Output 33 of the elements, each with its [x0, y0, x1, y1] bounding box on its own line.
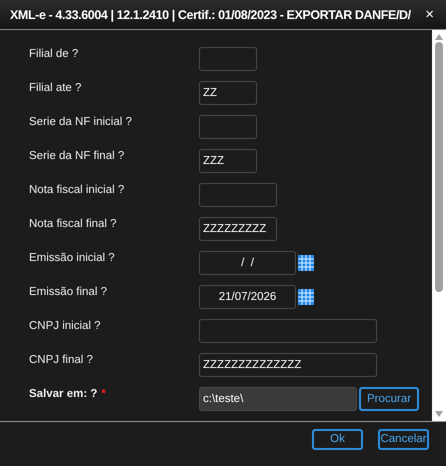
close-button[interactable]: ×	[423, 6, 436, 23]
field-label: CNPJ final ?	[29, 353, 94, 366]
field-label: Filial ate ?	[29, 81, 82, 94]
field-label: Filial de ?	[29, 47, 80, 60]
field-label: Emissão final ?	[29, 285, 108, 298]
input-field[interactable]	[199, 47, 257, 71]
scroll-up-icon[interactable]	[435, 34, 443, 40]
date-field[interactable]: 21/07/2026	[199, 285, 296, 309]
browse-button[interactable]: Procurar	[359, 387, 420, 411]
input-field[interactable]: ZZ	[199, 81, 257, 105]
input-field[interactable]	[199, 319, 377, 343]
calendar-icon[interactable]	[298, 255, 314, 271]
field-label: Nota fiscal final ?	[29, 217, 118, 230]
dialog-button[interactable]: Cancelar	[378, 428, 429, 450]
field-label: Emissão inicial ?	[29, 251, 116, 264]
path-field[interactable]: c:\teste\	[199, 387, 357, 411]
required-asterisk: *	[101, 388, 106, 400]
input-field[interactable]	[199, 183, 277, 207]
scroll-down-icon[interactable]	[435, 411, 443, 417]
input-field[interactable]	[199, 115, 257, 139]
field-label: Salvar em: ? *	[29, 387, 107, 400]
field-label: Serie da NF final ?	[29, 149, 126, 162]
field-label: Nota fiscal inicial ?	[29, 183, 126, 196]
scrollbar[interactable]	[432, 30, 446, 421]
calendar-icon[interactable]	[298, 289, 314, 305]
dialog-button[interactable]: Ok	[312, 428, 363, 450]
date-field[interactable]: / /	[199, 251, 296, 275]
input-field[interactable]: ZZZZZZZZZZZZZZ	[199, 353, 377, 377]
field-label: Serie da NF inicial ?	[29, 115, 133, 128]
input-field[interactable]: ZZZZZZZZZ	[199, 217, 277, 241]
field-label: CNPJ inicial ?	[29, 319, 102, 332]
window-title: XML-e - 4.33.6004 | 12.1.2410 | Certif.: 01/08/2023 - EXPORTAR DANFE/D/	[10, 8, 411, 22]
input-field[interactable]: ZZZ	[199, 149, 257, 173]
